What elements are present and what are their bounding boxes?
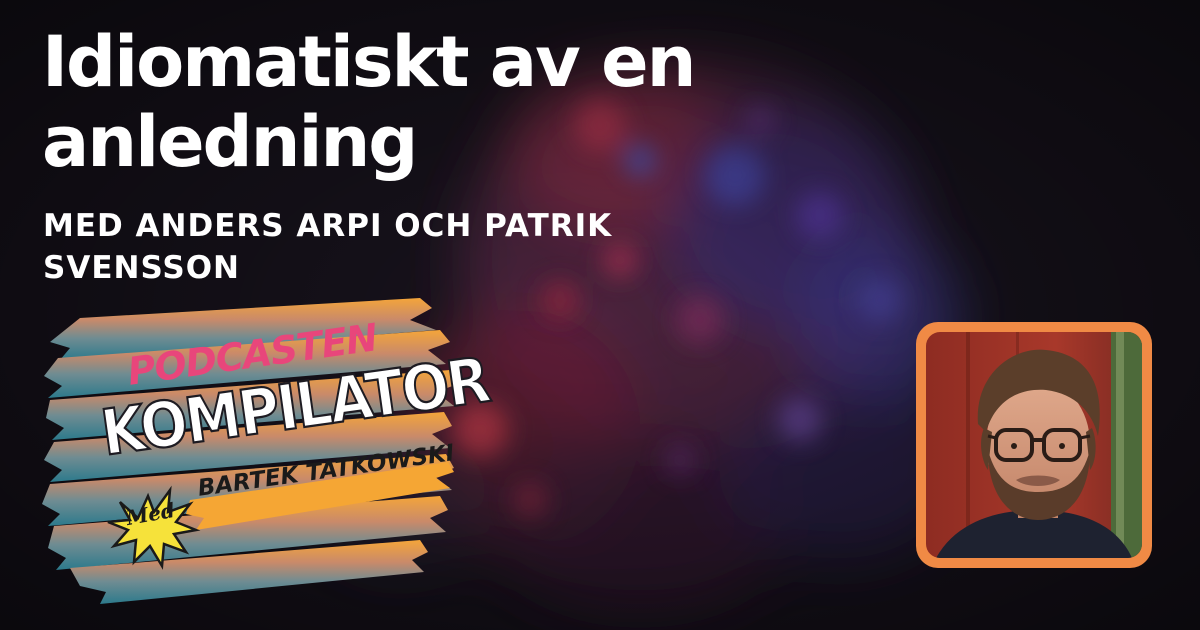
host-photo-frame — [916, 322, 1152, 568]
host-photo — [926, 332, 1142, 558]
guest-subtitle: MED ANDERS ARPI OCH PATRIK SVENSSON — [43, 205, 743, 289]
subtitle-line-1: MED ANDERS ARPI OCH PATRIK — [43, 208, 613, 244]
title-line-2: anledning — [42, 101, 418, 183]
page-title: Idiomatiskt av en anledning — [42, 22, 942, 182]
title-line-1: Idiomatiskt av en — [42, 21, 696, 103]
subtitle-line-2: SVENSSON — [43, 250, 240, 286]
host-portrait-image — [926, 332, 1142, 558]
podcast-logo: PODCASTEN KOMPILATOR Med BARTEK TATKOWSK… — [40, 290, 494, 610]
